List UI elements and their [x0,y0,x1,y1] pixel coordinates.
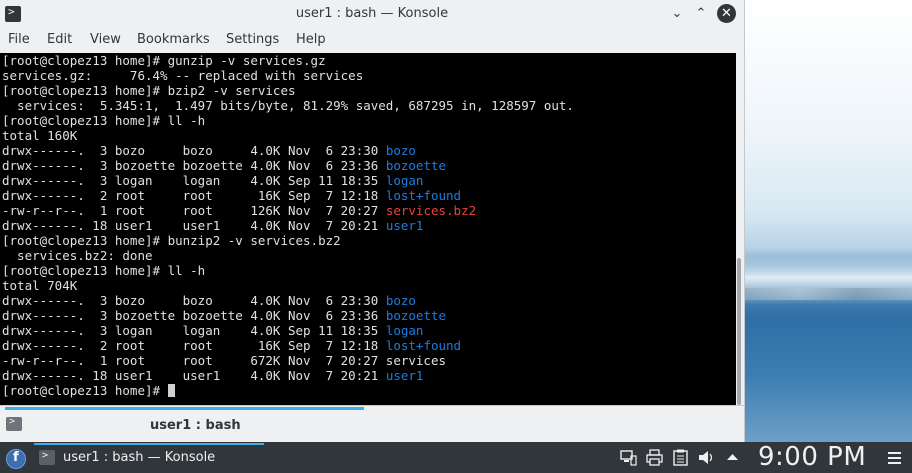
menu-bookmarks[interactable]: Bookmarks [137,32,210,47]
terminal-line: [root@clopez13 home]# [2,383,574,398]
terminal-text: drwx------. 3 bozoette bozoette 4.0K Nov… [2,158,386,173]
terminal-line: drwx------. 3 bozoette bozoette 4.0K Nov… [2,158,574,173]
terminal-line: -rw-r--r--. 1 root root 672K Nov 7 20:27… [2,353,574,368]
terminal-line: [root@clopez13 home]# ll -h [2,113,574,128]
terminal-filename: services.bz2 [385,203,477,218]
terminal-cursor [167,384,175,397]
printer-icon[interactable] [646,449,663,466]
terminal-text: [root@clopez13 home]# bzip2 -v services [2,83,296,98]
clock[interactable]: 9:00 PM [758,442,866,472]
terminal-line: drwx------. 18 user1 user1 4.0K Nov 7 20… [2,368,574,383]
terminal-filename: logan [385,323,424,338]
terminal-line: -rw-r--r--. 1 root root 126K Nov 7 20:27… [2,203,574,218]
close-button[interactable]: ✕ [717,4,736,23]
terminal-line: drwx------. 3 logan logan 4.0K Sep 11 18… [2,173,574,188]
terminal-filename: bozo [385,293,416,308]
menu-help[interactable]: Help [296,32,326,47]
terminal-line: drwx------. 2 root root 16K Sep 7 12:18 … [2,338,574,353]
terminal-text: [root@clopez13 home]# gunzip -v services… [2,53,326,68]
terminal-filename: lost+found [385,188,462,203]
terminal-text: services: 5.345:1, 1.497 bits/byte, 81.2… [2,98,574,113]
terminal-text: drwx------. 3 logan logan 4.0K Sep 11 18… [2,173,386,188]
scrollbar-thumb[interactable] [737,258,741,405]
task-label: user1 : bash — Konsole [63,450,216,465]
menu-file[interactable]: File [8,32,30,47]
terminal-icon [6,416,22,431]
terminal-text: -rw-r--r--. 1 root root 126K Nov 7 20:27 [2,203,386,218]
active-task-indicator [34,443,264,445]
terminal-text: drwx------. 3 bozo bozo 4.0K Nov 6 23:30 [2,293,386,308]
minimize-button[interactable]: ⌄ [668,5,686,23]
terminal-line: drwx------. 3 bozo bozo 4.0K Nov 6 23:30… [2,293,574,308]
terminal-line: services: 5.345:1, 1.497 bits/byte, 81.2… [2,98,574,113]
taskbar-panel: user1 : bash — Konsole 9:00 PM [0,442,912,473]
terminal-line: services.gz: 76.4% -- replaced with serv… [2,68,574,83]
desktop-wallpaper [744,0,912,442]
expand-arrow-icon[interactable] [724,449,741,466]
konsole-window: user1 : bash — Konsole ⌄ ⌃ ✕ File Edit V… [0,0,745,443]
terminal-line: drwx------. 3 bozoette bozoette 4.0K Nov… [2,308,574,323]
terminal-output[interactable]: [root@clopez13 home]# gunzip -v services… [0,53,736,405]
terminal-line: [root@clopez13 home]# ll -h [2,263,574,278]
terminal-lines: [root@clopez13 home]# gunzip -v services… [2,53,574,398]
terminal-filename: logan [385,173,424,188]
menu-edit[interactable]: Edit [47,32,72,47]
menu-settings[interactable]: Settings [226,32,279,47]
maximize-button[interactable]: ⌃ [692,5,710,23]
terminal-text: [root@clopez13 home]# [2,383,168,398]
terminal-line: services.bz2: done [2,248,574,263]
terminal-filename: bozo [385,143,416,158]
wallpaper-hills [744,288,912,300]
terminal-line: drwx------. 2 root root 16K Sep 7 12:18 … [2,188,574,203]
terminal-filename: bozoette [385,308,447,323]
terminal-text: services.bz2: done [2,248,153,263]
terminal-line: total 160K [2,128,574,143]
terminal-text: total 160K [2,128,78,143]
title-bar[interactable]: user1 : bash — Konsole ⌄ ⌃ ✕ [0,0,744,29]
terminal-line: [root@clopez13 home]# bzip2 -v services [2,83,574,98]
terminal-text: services.gz: 76.4% -- replaced with serv… [2,68,364,83]
terminal-text: -rw-r--r--. 1 root root 672K Nov 7 20:27… [2,353,447,368]
terminal-line: total 704K [2,278,574,293]
terminal-line: [root@clopez13 home]# gunzip -v services… [2,53,574,68]
terminal-text: [root@clopez13 home]# ll -h [2,113,206,128]
network-icon[interactable] [620,449,637,466]
panel-menu-icon[interactable] [888,452,901,464]
terminal-line: [root@clopez13 home]# bunzip2 -v service… [2,233,574,248]
terminal-filename: lost+found [385,338,462,353]
tab-user1-bash[interactable]: user1 : bash [150,418,241,433]
terminal-line: drwx------. 18 user1 user1 4.0K Nov 7 20… [2,218,574,233]
terminal-filename: user1 [385,368,424,383]
terminal-line: drwx------. 3 bozo bozo 4.0K Nov 6 23:30… [2,143,574,158]
terminal-scrollbar[interactable] [736,53,744,405]
terminal-text: total 704K [2,278,78,293]
terminal-text: drwx------. 3 logan logan 4.0K Sep 11 18… [2,323,386,338]
terminal-text: drwx------. 2 root root 16K Sep 7 12:18 [2,188,386,203]
terminal-text: drwx------. 3 bozo bozo 4.0K Nov 6 23:30 [2,143,386,158]
active-tab-indicator [5,407,364,410]
terminal-text: [root@clopez13 home]# bunzip2 -v service… [2,233,341,248]
tab-bar: user1 : bash [0,405,744,443]
terminal-filename: user1 [385,218,424,233]
menu-view[interactable]: View [90,32,121,47]
terminal-text: drwx------. 18 user1 user1 4.0K Nov 7 20… [2,218,386,233]
volume-icon[interactable] [698,449,715,466]
terminal-text: drwx------. 18 user1 user1 4.0K Nov 7 20… [2,368,386,383]
terminal-line: drwx------. 3 logan logan 4.0K Sep 11 18… [2,323,574,338]
task-konsole[interactable]: user1 : bash — Konsole [34,442,264,473]
terminal-text: drwx------. 2 root root 16K Sep 7 12:18 [2,338,386,353]
konsole-icon [39,450,55,465]
terminal-text: drwx------. 3 bozoette bozoette 4.0K Nov… [2,308,386,323]
window-title: user1 : bash — Konsole [295,6,449,21]
terminal-filename: bozoette [385,158,447,173]
terminal-text: [root@clopez13 home]# ll -h [2,263,206,278]
fedora-launcher-icon[interactable] [6,449,26,469]
clipboard-icon[interactable] [672,449,689,466]
menu-bar: File Edit View Bookmarks Settings Help [0,29,744,52]
